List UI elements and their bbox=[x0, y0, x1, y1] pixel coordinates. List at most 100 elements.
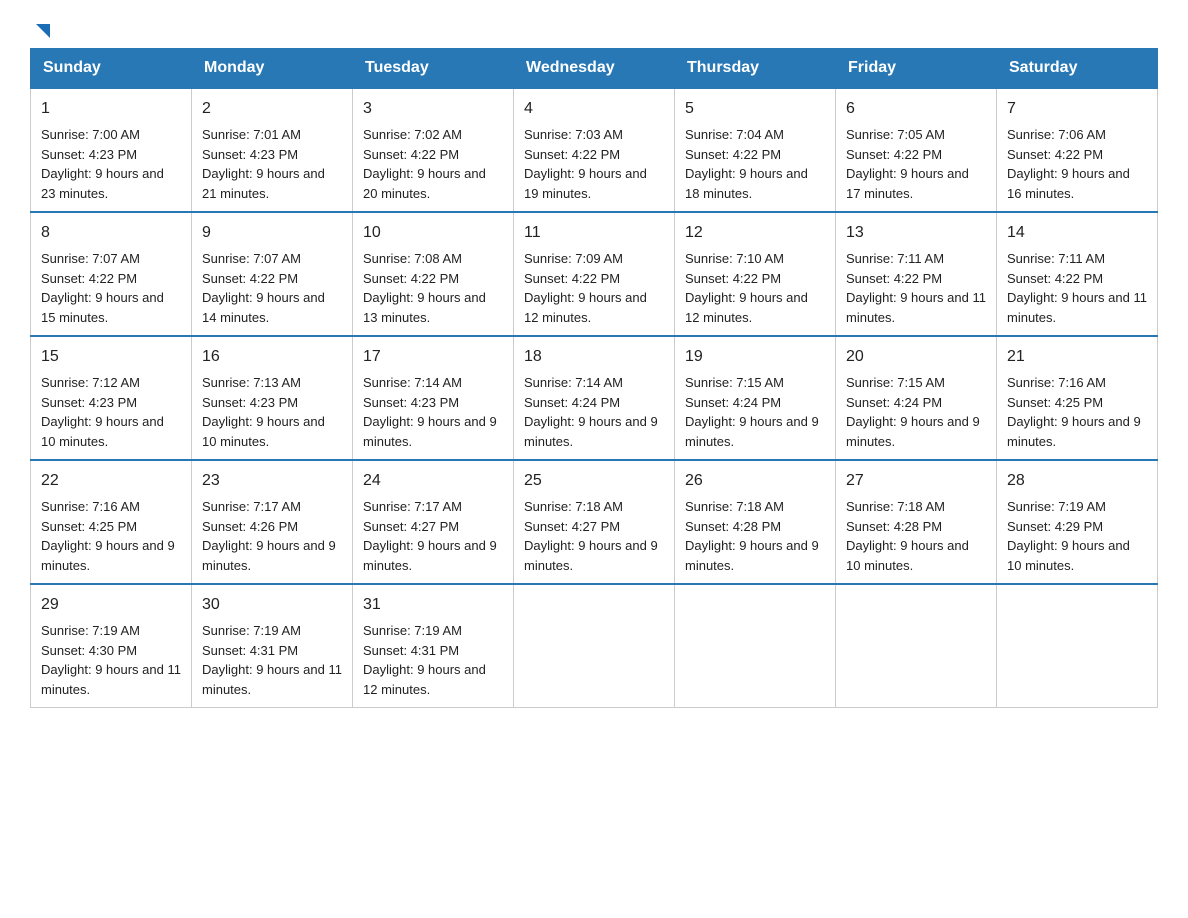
calendar-day-cell: 11 Sunrise: 7:09 AM Sunset: 4:22 PM Dayl… bbox=[514, 212, 675, 336]
daylight-label: Daylight: 9 hours and 20 minutes. bbox=[363, 166, 486, 201]
calendar-day-cell: 24 Sunrise: 7:17 AM Sunset: 4:27 PM Dayl… bbox=[353, 460, 514, 584]
calendar-day-cell: 2 Sunrise: 7:01 AM Sunset: 4:23 PM Dayli… bbox=[192, 88, 353, 212]
calendar-day-cell: 8 Sunrise: 7:07 AM Sunset: 4:22 PM Dayli… bbox=[31, 212, 192, 336]
sunrise-label: Sunrise: 7:15 AM bbox=[685, 375, 784, 390]
sunset-label: Sunset: 4:22 PM bbox=[202, 271, 298, 286]
day-number: 17 bbox=[363, 345, 503, 369]
daylight-label: Daylight: 9 hours and 9 minutes. bbox=[202, 538, 336, 573]
sunrise-label: Sunrise: 7:18 AM bbox=[524, 499, 623, 514]
day-number: 14 bbox=[1007, 221, 1147, 245]
daylight-label: Daylight: 9 hours and 9 minutes. bbox=[363, 414, 497, 449]
day-info: Sunrise: 7:17 AM Sunset: 4:27 PM Dayligh… bbox=[363, 497, 503, 575]
daylight-label: Daylight: 9 hours and 11 minutes. bbox=[41, 662, 181, 697]
day-info: Sunrise: 7:14 AM Sunset: 4:23 PM Dayligh… bbox=[363, 373, 503, 451]
sunset-label: Sunset: 4:25 PM bbox=[41, 519, 137, 534]
header-tuesday: Tuesday bbox=[353, 49, 514, 89]
sunset-label: Sunset: 4:23 PM bbox=[41, 395, 137, 410]
day-info: Sunrise: 7:11 AM Sunset: 4:22 PM Dayligh… bbox=[1007, 249, 1147, 327]
sunrise-label: Sunrise: 7:03 AM bbox=[524, 127, 623, 142]
day-number: 19 bbox=[685, 345, 825, 369]
day-number: 25 bbox=[524, 469, 664, 493]
daylight-label: Daylight: 9 hours and 15 minutes. bbox=[41, 290, 164, 325]
sunset-label: Sunset: 4:30 PM bbox=[41, 643, 137, 658]
sunrise-label: Sunrise: 7:17 AM bbox=[202, 499, 301, 514]
day-number: 10 bbox=[363, 221, 503, 245]
sunset-label: Sunset: 4:22 PM bbox=[524, 147, 620, 162]
sunrise-label: Sunrise: 7:19 AM bbox=[202, 623, 301, 638]
day-info: Sunrise: 7:07 AM Sunset: 4:22 PM Dayligh… bbox=[41, 249, 181, 327]
sunset-label: Sunset: 4:22 PM bbox=[524, 271, 620, 286]
calendar-day-cell: 25 Sunrise: 7:18 AM Sunset: 4:27 PM Dayl… bbox=[514, 460, 675, 584]
daylight-label: Daylight: 9 hours and 16 minutes. bbox=[1007, 166, 1130, 201]
day-number: 12 bbox=[685, 221, 825, 245]
day-info: Sunrise: 7:18 AM Sunset: 4:28 PM Dayligh… bbox=[685, 497, 825, 575]
sunrise-label: Sunrise: 7:01 AM bbox=[202, 127, 301, 142]
day-info: Sunrise: 7:11 AM Sunset: 4:22 PM Dayligh… bbox=[846, 249, 986, 327]
sunset-label: Sunset: 4:22 PM bbox=[685, 271, 781, 286]
sunrise-label: Sunrise: 7:09 AM bbox=[524, 251, 623, 266]
sunrise-label: Sunrise: 7:05 AM bbox=[846, 127, 945, 142]
calendar-day-cell: 19 Sunrise: 7:15 AM Sunset: 4:24 PM Dayl… bbox=[675, 336, 836, 460]
calendar-day-cell bbox=[997, 584, 1158, 708]
day-info: Sunrise: 7:16 AM Sunset: 4:25 PM Dayligh… bbox=[41, 497, 181, 575]
sunset-label: Sunset: 4:24 PM bbox=[524, 395, 620, 410]
day-number: 6 bbox=[846, 97, 986, 121]
day-info: Sunrise: 7:13 AM Sunset: 4:23 PM Dayligh… bbox=[202, 373, 342, 451]
daylight-label: Daylight: 9 hours and 9 minutes. bbox=[685, 414, 819, 449]
sunrise-label: Sunrise: 7:18 AM bbox=[685, 499, 784, 514]
day-number: 3 bbox=[363, 97, 503, 121]
day-number: 5 bbox=[685, 97, 825, 121]
sunrise-label: Sunrise: 7:11 AM bbox=[846, 251, 944, 266]
day-info: Sunrise: 7:06 AM Sunset: 4:22 PM Dayligh… bbox=[1007, 125, 1147, 203]
sunrise-label: Sunrise: 7:16 AM bbox=[41, 499, 140, 514]
calendar-day-cell: 5 Sunrise: 7:04 AM Sunset: 4:22 PM Dayli… bbox=[675, 88, 836, 212]
day-number: 15 bbox=[41, 345, 181, 369]
daylight-label: Daylight: 9 hours and 9 minutes. bbox=[524, 414, 658, 449]
day-number: 20 bbox=[846, 345, 986, 369]
daylight-label: Daylight: 9 hours and 10 minutes. bbox=[846, 538, 969, 573]
calendar-day-cell: 31 Sunrise: 7:19 AM Sunset: 4:31 PM Dayl… bbox=[353, 584, 514, 708]
calendar-header-row: SundayMondayTuesdayWednesdayThursdayFrid… bbox=[31, 49, 1158, 89]
day-number: 26 bbox=[685, 469, 825, 493]
calendar-day-cell: 23 Sunrise: 7:17 AM Sunset: 4:26 PM Dayl… bbox=[192, 460, 353, 584]
calendar-day-cell bbox=[675, 584, 836, 708]
day-info: Sunrise: 7:03 AM Sunset: 4:22 PM Dayligh… bbox=[524, 125, 664, 203]
sunset-label: Sunset: 4:28 PM bbox=[685, 519, 781, 534]
sunrise-label: Sunrise: 7:07 AM bbox=[41, 251, 140, 266]
day-number: 18 bbox=[524, 345, 664, 369]
sunrise-label: Sunrise: 7:12 AM bbox=[41, 375, 140, 390]
sunset-label: Sunset: 4:22 PM bbox=[846, 147, 942, 162]
sunrise-label: Sunrise: 7:14 AM bbox=[524, 375, 623, 390]
sunset-label: Sunset: 4:23 PM bbox=[363, 395, 459, 410]
day-number: 16 bbox=[202, 345, 342, 369]
sunrise-label: Sunrise: 7:16 AM bbox=[1007, 375, 1106, 390]
calendar-week-row: 15 Sunrise: 7:12 AM Sunset: 4:23 PM Dayl… bbox=[31, 336, 1158, 460]
day-number: 2 bbox=[202, 97, 342, 121]
sunrise-label: Sunrise: 7:10 AM bbox=[685, 251, 784, 266]
daylight-label: Daylight: 9 hours and 9 minutes. bbox=[363, 538, 497, 573]
day-number: 22 bbox=[41, 469, 181, 493]
calendar-day-cell: 6 Sunrise: 7:05 AM Sunset: 4:22 PM Dayli… bbox=[836, 88, 997, 212]
calendar-week-row: 8 Sunrise: 7:07 AM Sunset: 4:22 PM Dayli… bbox=[31, 212, 1158, 336]
calendar-day-cell bbox=[514, 584, 675, 708]
day-info: Sunrise: 7:19 AM Sunset: 4:31 PM Dayligh… bbox=[202, 621, 342, 699]
day-number: 30 bbox=[202, 593, 342, 617]
sunrise-label: Sunrise: 7:08 AM bbox=[363, 251, 462, 266]
daylight-label: Daylight: 9 hours and 9 minutes. bbox=[685, 538, 819, 573]
day-info: Sunrise: 7:05 AM Sunset: 4:22 PM Dayligh… bbox=[846, 125, 986, 203]
sunrise-label: Sunrise: 7:19 AM bbox=[1007, 499, 1106, 514]
day-number: 21 bbox=[1007, 345, 1147, 369]
sunset-label: Sunset: 4:27 PM bbox=[363, 519, 459, 534]
sunset-label: Sunset: 4:27 PM bbox=[524, 519, 620, 534]
daylight-label: Daylight: 9 hours and 13 minutes. bbox=[363, 290, 486, 325]
day-number: 31 bbox=[363, 593, 503, 617]
calendar-week-row: 22 Sunrise: 7:16 AM Sunset: 4:25 PM Dayl… bbox=[31, 460, 1158, 584]
sunset-label: Sunset: 4:22 PM bbox=[685, 147, 781, 162]
day-number: 28 bbox=[1007, 469, 1147, 493]
day-number: 23 bbox=[202, 469, 342, 493]
day-info: Sunrise: 7:15 AM Sunset: 4:24 PM Dayligh… bbox=[685, 373, 825, 451]
daylight-label: Daylight: 9 hours and 14 minutes. bbox=[202, 290, 325, 325]
sunrise-label: Sunrise: 7:11 AM bbox=[1007, 251, 1105, 266]
header-wednesday: Wednesday bbox=[514, 49, 675, 89]
header-saturday: Saturday bbox=[997, 49, 1158, 89]
